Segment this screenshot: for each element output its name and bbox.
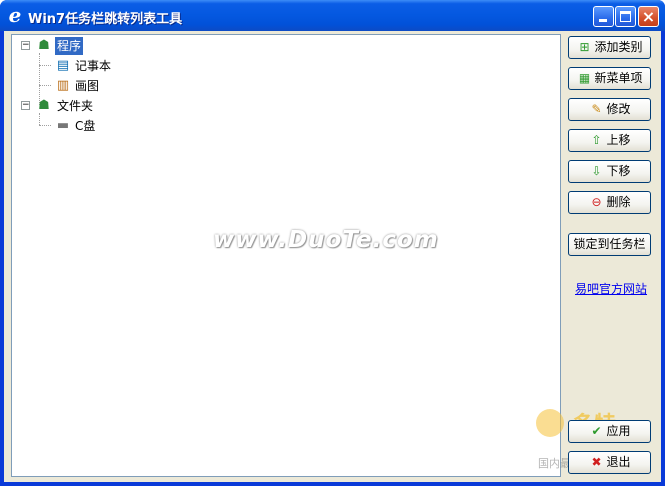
title-bar[interactable]: e Win7任务栏跳转列表工具 ×: [0, 0, 665, 31]
new-item-label: 新菜单项: [594, 71, 643, 85]
maximize-icon: [620, 11, 631, 22]
delete-button[interactable]: ⊖ 删除: [568, 191, 651, 214]
collapse-icon[interactable]: −: [21, 41, 30, 50]
tree-node-label: 程序: [55, 37, 84, 55]
apply-label: 应用: [606, 424, 631, 438]
minimize-icon: [599, 19, 607, 22]
drive-icon: ▬: [56, 118, 70, 133]
org-chart-icon: ☗: [38, 98, 50, 113]
window-title: Win7任务栏跳转列表工具: [28, 12, 183, 27]
tree-node-label: 记事本: [75, 59, 112, 73]
exit-label: 退出: [606, 455, 631, 469]
tree-node-paint[interactable]: ▥ 画图: [18, 77, 138, 95]
tree-node-label: C盘: [75, 119, 96, 133]
delete-icon: ⊖: [591, 195, 602, 209]
tree-node-notepad[interactable]: ▤ 记事本: [18, 57, 138, 75]
app-logo-icon: e: [8, 3, 22, 27]
close-icon: ×: [641, 7, 656, 26]
move-up-label: 上移: [606, 133, 631, 147]
exit-x-icon: ✖: [591, 455, 602, 469]
official-site-link[interactable]: 易吧官方网站: [575, 280, 647, 297]
notepad-icon: ▤: [56, 58, 70, 73]
move-down-label: 下移: [606, 164, 631, 178]
add-category-icon: ⊞: [579, 40, 590, 54]
pencil-icon: ✎: [591, 102, 602, 116]
arrow-up-icon: ⇧: [591, 133, 602, 147]
tree-node-label: 文件夹: [57, 99, 94, 113]
tree-node-c-drive[interactable]: ▬ C盘: [18, 117, 138, 135]
add-category-button[interactable]: ⊞ 添加类别: [568, 36, 651, 59]
minimize-button[interactable]: [593, 6, 614, 27]
site-watermark: www.DuoTe.com: [213, 227, 439, 253]
collapse-icon[interactable]: −: [21, 101, 30, 110]
maximize-button[interactable]: [615, 6, 636, 27]
delete-label: 删除: [606, 195, 631, 209]
move-up-button[interactable]: ⇧ 上移: [568, 129, 651, 152]
paint-icon: ▥: [56, 78, 70, 93]
tree-node-programs[interactable]: − ☗ 程序: [18, 37, 138, 55]
add-category-label: 添加类别: [594, 40, 643, 54]
mascot-icon: [536, 409, 564, 437]
new-item-button[interactable]: ▦ 新菜单项: [568, 67, 651, 90]
pin-to-taskbar-label: 锁定到任务栏: [573, 237, 646, 251]
app-window: e Win7任务栏跳转列表工具 × − ☗ 程序 ▤ 记事本 ▥ 画图 − ☗ …: [0, 0, 665, 486]
checkmark-icon: ✔: [591, 424, 602, 438]
move-down-button[interactable]: ⇩ 下移: [568, 160, 651, 183]
edit-label: 修改: [606, 102, 631, 116]
edit-button[interactable]: ✎ 修改: [568, 98, 651, 121]
tree-node-folders[interactable]: − ☗ 文件夹: [18, 97, 138, 115]
pin-to-taskbar-button[interactable]: 锁定到任务栏: [568, 233, 651, 256]
client-area: − ☗ 程序 ▤ 记事本 ▥ 画图 − ☗ 文件夹 ▬ C盘 www.DuoTe…: [4, 31, 661, 482]
arrow-down-icon: ⇩: [591, 164, 602, 178]
exit-button[interactable]: ✖ 退出: [568, 451, 651, 474]
new-item-icon: ▦: [578, 71, 591, 85]
org-chart-icon: ☗: [38, 38, 50, 53]
tree-node-label: 画图: [75, 79, 100, 93]
jumplist-tree[interactable]: − ☗ 程序 ▤ 记事本 ▥ 画图 − ☗ 文件夹 ▬ C盘: [11, 34, 561, 477]
close-button[interactable]: ×: [638, 6, 659, 27]
apply-button[interactable]: ✔ 应用: [568, 420, 651, 443]
